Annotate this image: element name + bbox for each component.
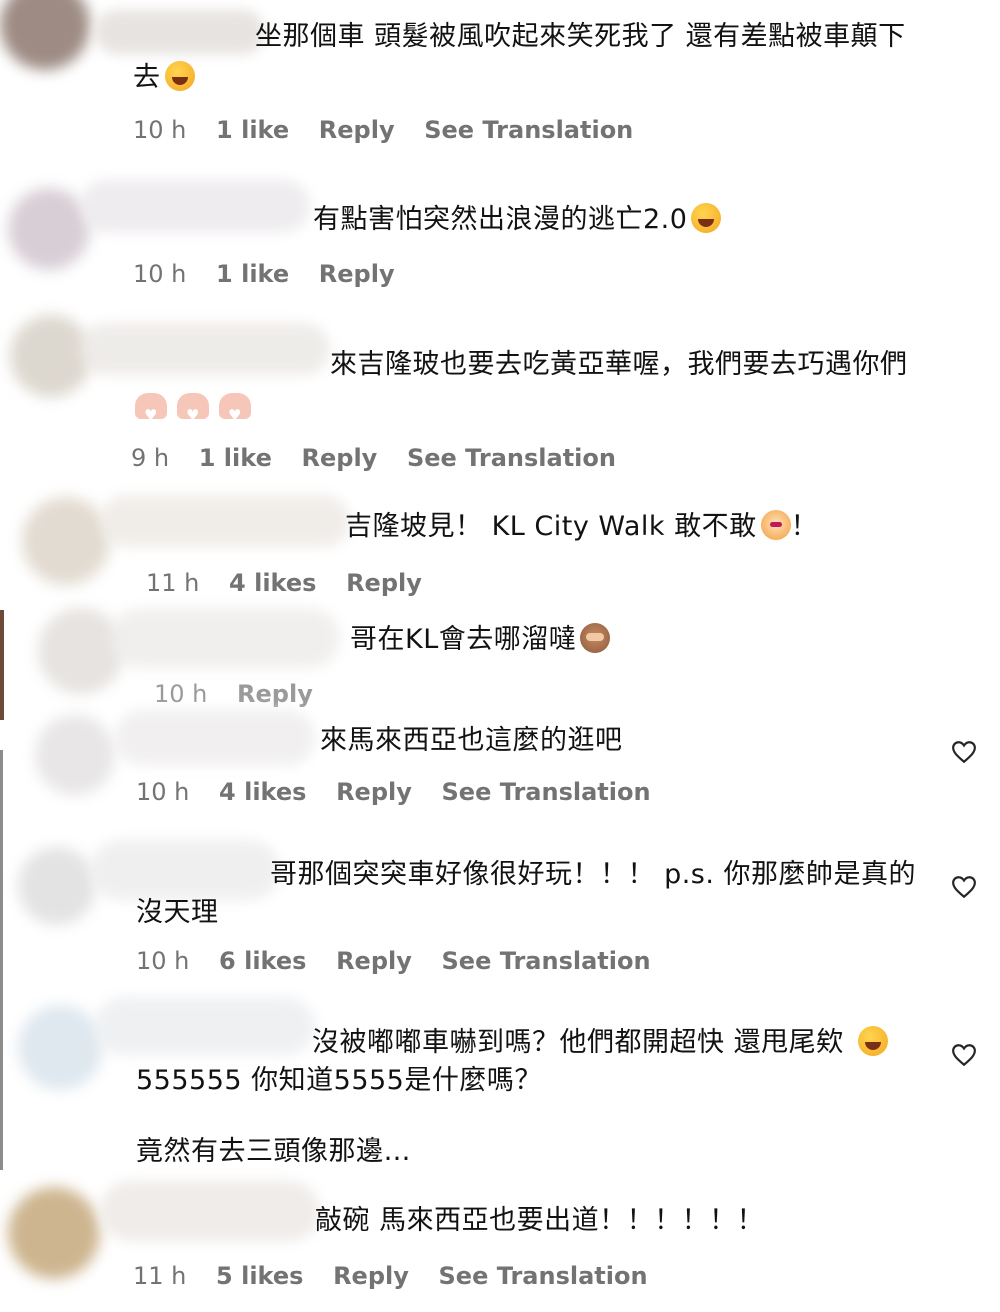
avatar[interactable] (8, 188, 90, 270)
rolling-laughing-emoji (164, 61, 195, 91)
comment-time: 10 h (133, 260, 187, 288)
comment-meta: 9 h 1 like Reply See Translation (131, 444, 638, 472)
avatar[interactable] (10, 315, 92, 397)
comment-text: 來馬來西亞也這麼的逛吧 (320, 725, 623, 756)
username[interactable] (80, 180, 310, 232)
comment-item: 來吉隆玻也要去吃黃亞華喔，我們要去巧遇你們 9 h 1 like Reply S… (0, 305, 1000, 485)
comment-item: 哥在KL會去哪溜噠 10 h Reply (0, 600, 1000, 708)
comment-meta: 11 h 4 likes Reply (146, 569, 444, 597)
comment-item: 敲碗 馬來西亞也要出道！！！！！！ 11 h 5 likes Reply See… (0, 1175, 1000, 1312)
comment-time: 11 h (133, 1262, 187, 1290)
comment-text-line2 (135, 391, 261, 435)
likes-count[interactable]: 5 likes (216, 1262, 303, 1290)
avatar[interactable] (0, 0, 90, 70)
likes-count[interactable]: 1 like (216, 116, 289, 144)
comment-item: 沒被嘟嘟車嚇到嗎？他們都開超快 還甩尾欸 555555 你知道5555是什麼嗎？… (0, 995, 1000, 1175)
username[interactable] (95, 997, 315, 1055)
comment-text: 來吉隆玻也要去吃黃亞華喔，我們要去巧遇你們 (330, 349, 908, 380)
reply-button[interactable]: Reply (333, 1262, 409, 1290)
comment-text-line2: 沒天理 (136, 897, 219, 928)
grinning-squinting-emoji (691, 203, 722, 233)
avatar[interactable] (18, 1005, 103, 1090)
heart-outline-icon[interactable] (951, 740, 977, 764)
likes-count[interactable]: 4 likes (229, 569, 316, 597)
avatar[interactable] (38, 608, 124, 694)
comment-item: 哥那個突突車好像很好玩！！！ p.s. 你那麼帥是真的 沒天理 10 h 6 l… (0, 835, 1000, 985)
comment-text-line2: 555555 你知道5555是什麼嗎？ (136, 1065, 542, 1096)
comment-meta: 10 h 6 likes Reply See Translation (136, 947, 673, 975)
reply-button[interactable]: Reply (336, 947, 412, 975)
comment-text: 敲碗 馬來西亞也要出道！！！！！！ (315, 1205, 765, 1236)
username[interactable] (115, 710, 315, 765)
comment-time: 11 h (146, 569, 200, 597)
avatar[interactable] (8, 1187, 100, 1279)
avatar[interactable] (18, 847, 96, 925)
comment-text: 哥那個突突車好像很好玩！！！ p.s. 你那麼帥是真的 (270, 859, 917, 890)
comment-item: 坐那個車 頭髮被風吹起來笑死我了 還有差點被車顛下 去 10 h 1 like … (0, 0, 1000, 160)
comment-time: 10 h (136, 947, 190, 975)
comment-time: 10 h (136, 778, 190, 806)
comment-meta: 10 h 1 like Reply (133, 260, 417, 288)
see-translation-button[interactable]: See Translation (424, 116, 633, 144)
username[interactable] (90, 840, 280, 900)
reply-button[interactable]: Reply (336, 778, 412, 806)
likes-count[interactable]: 1 like (216, 260, 289, 288)
username[interactable] (80, 323, 330, 375)
comment-time: 10 h (133, 116, 187, 144)
heart-outline-icon[interactable] (951, 875, 977, 899)
see-translation-button[interactable]: See Translation (442, 947, 651, 975)
reply-button[interactable]: Reply (319, 116, 395, 144)
reply-button[interactable]: Reply (319, 260, 395, 288)
comment-text: 吉隆坡見！ KL City Walk 敢不敢！ (345, 510, 819, 542)
username[interactable] (95, 10, 265, 54)
comment-text-line2: 去 (133, 58, 195, 98)
likes-count[interactable]: 6 likes (219, 947, 306, 975)
see-translation-button[interactable]: See Translation (442, 778, 651, 806)
comment-text: 坐那個車 頭髮被風吹起來笑死我了 還有差點被車顛下 (255, 21, 906, 52)
comment-time: 10 h (154, 680, 208, 708)
heart-hands-emoji (135, 393, 167, 435)
comment-text-line3: 竟然有去三頭像那邊… (136, 1136, 411, 1167)
comment-meta: 10 h 1 like Reply See Translation (133, 116, 655, 144)
comment-meta: 11 h 5 likes Reply See Translation (133, 1262, 670, 1290)
likes-count[interactable]: 4 likes (219, 778, 306, 806)
comment-text: 哥在KL會去哪溜噠 (350, 620, 611, 660)
comment-item: 有點害怕突然出浪漫的逃亡2.0 10 h 1 like Reply (0, 170, 1000, 300)
comment-meta: 10 h Reply (154, 680, 335, 708)
tiger-face-emoji (760, 510, 791, 540)
heart-hands-emoji (219, 393, 251, 435)
comment-meta: 10 h 4 likes Reply See Translation (136, 778, 673, 806)
comment-text: 有點害怕突然出浪漫的逃亡2.0 (313, 200, 722, 240)
username[interactable] (100, 1181, 320, 1241)
reply-button[interactable]: Reply (346, 569, 422, 597)
avatar[interactable] (35, 715, 115, 795)
reply-button[interactable]: Reply (237, 680, 313, 708)
heart-outline-icon[interactable] (951, 1043, 977, 1067)
username[interactable] (110, 608, 340, 668)
see-translation-button[interactable]: See Translation (407, 444, 616, 472)
comment-text: 沒被嘟嘟車嚇到嗎？他們都開超快 還甩尾欸 (312, 1023, 888, 1063)
comment-item: 吉隆坡見！ KL City Walk 敢不敢！ 11 h 4 likes Rep… (0, 485, 1000, 605)
likes-count[interactable]: 1 like (199, 444, 272, 472)
username[interactable] (100, 495, 350, 547)
comment-time: 9 h (131, 444, 170, 472)
avatar[interactable] (22, 497, 110, 585)
grinning-squinting-emoji (857, 1026, 888, 1056)
comment-item: 來馬來西亞也這麼的逛吧 10 h 4 likes Reply See Trans… (0, 705, 1000, 825)
heart-hands-emoji (177, 393, 209, 435)
see-no-evil-monkey-emoji (580, 623, 611, 653)
see-translation-button[interactable]: See Translation (439, 1262, 648, 1290)
reply-button[interactable]: Reply (302, 444, 378, 472)
